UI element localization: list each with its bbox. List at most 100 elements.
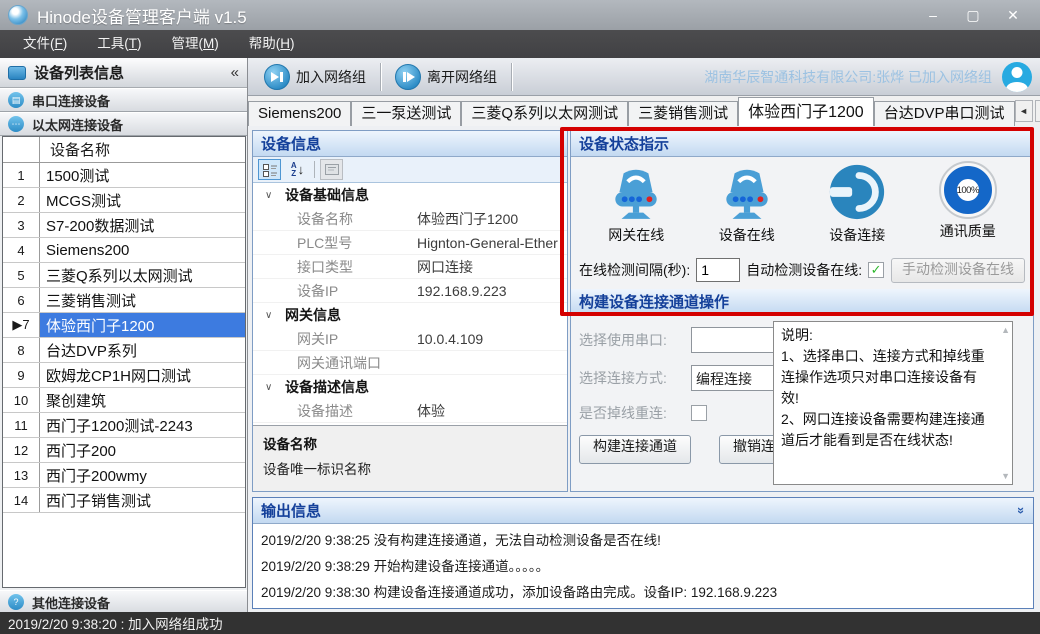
status-bar: 2019/2/20 9:38:20 : 加入网络组成功	[0, 612, 1040, 634]
device-tab[interactable]: 三菱销售测试	[628, 101, 738, 126]
device-row[interactable]: 11西门子1200测试-2243	[3, 413, 245, 438]
comm-quality-value: 100%	[957, 185, 979, 196]
serial-device-icon: ▤	[8, 92, 24, 108]
online-detect-controls: 在线检测间隔(秒): 自动检测设备在线: ✓ 手动检测设备在线	[571, 253, 1033, 287]
sidebar-title: 设备列表信息	[34, 62, 124, 83]
row-number: 5	[3, 263, 40, 287]
collapse-category-icon[interactable]: ∨	[253, 310, 285, 321]
property-row[interactable]: PLC型号Hignton-General-Ether	[253, 231, 567, 255]
menu-item[interactable]: 文件(F)	[8, 30, 82, 58]
device-name: 西门子200wmy	[40, 463, 245, 487]
leave-network-button[interactable]: 离开网络组	[387, 61, 505, 93]
property-row[interactable]: 接口类型网口连接	[253, 255, 567, 279]
device-list-icon	[8, 66, 26, 80]
user-network-status: 湖南华辰智通科技有限公司:张烨 已加入网络组	[704, 67, 992, 87]
device-row[interactable]: 9欧姆龙CP1H网口测试	[3, 363, 245, 388]
reconnect-checkbox[interactable]	[691, 405, 707, 421]
device-name: Siemens200	[40, 238, 245, 262]
collapse-category-icon[interactable]: ∨	[253, 190, 285, 201]
tab-scroll-right-button[interactable]: ►	[1035, 100, 1040, 122]
device-name: MCGS测试	[40, 188, 245, 212]
property-name: 设备名称	[253, 209, 417, 229]
auto-detect-checkbox[interactable]: ✓	[868, 262, 884, 278]
device-row[interactable]: 13西门子200wmy	[3, 463, 245, 488]
property-value[interactable]: 网口连接	[417, 257, 567, 277]
build-channel-button[interactable]: 构建连接通道	[579, 435, 691, 464]
log-line: 2019/2/20 9:38:30 构建设备连接通道成功，添加设备路由完成。设备…	[261, 580, 1025, 606]
device-connect-label: 设备连接	[829, 225, 885, 245]
join-network-button[interactable]: 加入网络组	[256, 61, 374, 93]
property-value[interactable]: 体验西门子1200	[417, 209, 567, 229]
status-bar-text: 2019/2/20 9:38:20 : 加入网络组成功	[8, 613, 223, 633]
property-value[interactable]: 体验	[417, 401, 567, 421]
device-tab[interactable]: Siemens200	[248, 101, 351, 126]
collapse-output-icon[interactable]: »	[1014, 507, 1029, 514]
collapse-category-icon[interactable]: ∨	[253, 382, 285, 393]
other-device-icon: ?	[8, 594, 24, 610]
close-button[interactable]: ✕	[1000, 7, 1026, 24]
user-avatar[interactable]	[1002, 62, 1032, 92]
manual-detect-button[interactable]: 手动检测设备在线	[891, 258, 1025, 283]
property-grid: ∨设备基础信息设备名称体验西门子1200PLC型号Hignton-General…	[253, 183, 567, 423]
menu-item[interactable]: 帮助(H)	[234, 30, 310, 58]
categorized-view-button[interactable]	[258, 159, 281, 180]
reconnect-row: 是否掉线重连:	[579, 403, 707, 423]
device-tab[interactable]: 三一泵送测试	[351, 101, 461, 126]
scroll-down-icon[interactable]: ▼	[1001, 471, 1010, 481]
row-number: 2	[3, 188, 40, 212]
property-value[interactable]: 10.0.4.109	[417, 331, 567, 347]
device-row[interactable]: 5三菱Q系列以太网测试	[3, 263, 245, 288]
comm-quality-indicator: 100% 通讯质量	[913, 161, 1023, 241]
sidebar-section-ethernet-devices[interactable]: ⋯ 以太网连接设备	[0, 112, 247, 136]
property-value[interactable]: 192.168.9.223	[417, 283, 567, 299]
property-row[interactable]: 设备IP192.168.9.223	[253, 279, 567, 303]
toolbar-separator	[380, 63, 381, 91]
property-pages-button[interactable]	[320, 159, 343, 180]
device-row[interactable]: 6三菱销售测试	[3, 288, 245, 313]
section-label: 其他连接设备	[32, 593, 110, 612]
collapse-sidebar-button[interactable]: «	[231, 64, 239, 81]
device-row[interactable]: 8台达DVP系列	[3, 338, 245, 363]
device-tab[interactable]: 三菱Q系列以太网测试	[461, 101, 628, 126]
categorized-icon	[263, 163, 277, 177]
property-row[interactable]: 网关通讯端口	[253, 351, 567, 375]
device-row[interactable]: 12西门子200	[3, 438, 245, 463]
status-indicators: 网关在线 设备在线	[571, 157, 1033, 253]
sidebar-section-other-devices[interactable]: ? 其他连接设备	[0, 590, 247, 614]
device-row[interactable]: 11500测试	[3, 163, 245, 188]
row-number: 11	[3, 413, 40, 437]
device-name: 三菱销售测试	[40, 288, 245, 312]
minimize-button[interactable]: –	[920, 7, 946, 24]
device-tab-strip: Siemens200三一泵送测试三菱Q系列以太网测试三菱销售测试体验西门子120…	[248, 96, 1040, 126]
device-row[interactable]: 3S7-200数据测试	[3, 213, 245, 238]
device-row[interactable]: 4Siemens200	[3, 238, 245, 263]
sidebar-section-serial-devices[interactable]: ▤ 串口连接设备	[0, 88, 247, 112]
device-tab[interactable]: 体验西门子1200	[738, 97, 874, 126]
device-row[interactable]: ▶7体验西门子1200	[3, 313, 245, 338]
property-category-row[interactable]: ∨网关信息	[253, 303, 567, 327]
property-row[interactable]: 设备名称体验西门子1200	[253, 207, 567, 231]
device-row[interactable]: 10聚创建筑	[3, 388, 245, 413]
device-row[interactable]: 14西门子销售测试	[3, 488, 245, 513]
maximize-button[interactable]: ▢	[960, 7, 986, 24]
property-value[interactable]: Hignton-General-Ether	[417, 235, 567, 251]
reconnect-label: 是否掉线重连:	[579, 403, 691, 423]
property-category-row[interactable]: ∨设备描述信息	[253, 375, 567, 399]
property-category-row[interactable]: ∨设备基础信息	[253, 183, 567, 207]
interval-label: 在线检测间隔(秒):	[579, 260, 690, 280]
menu-item[interactable]: 工具(T)	[82, 30, 156, 58]
device-name: 三菱Q系列以太网测试	[40, 263, 245, 287]
interval-input[interactable]	[696, 258, 740, 282]
title-bar: Hinode设备管理客户端 v1.5 – ▢ ✕	[0, 0, 1040, 30]
property-row[interactable]: 设备描述体验	[253, 399, 567, 423]
alphabetical-sort-button[interactable]: AZ↓	[286, 159, 309, 180]
output-pane: 输出信息 » 2019/2/20 9:38:25 没有构建连接通道，无法自动检测…	[252, 497, 1034, 609]
menu-item[interactable]: 管理(M)	[157, 30, 234, 58]
serial-select-label: 选择使用串口:	[579, 330, 691, 350]
tab-scroll-left-button[interactable]: ◄	[1015, 100, 1033, 122]
instruction-line: 2、网口连接设备需要构建连接通道后才能看到是否在线状态!	[781, 409, 992, 451]
device-tab[interactable]: 台达DVP串口测试	[874, 101, 1015, 126]
scroll-up-icon[interactable]: ▲	[1001, 325, 1010, 335]
device-row[interactable]: 2MCGS测试	[3, 188, 245, 213]
property-row[interactable]: 网关IP10.0.4.109	[253, 327, 567, 351]
